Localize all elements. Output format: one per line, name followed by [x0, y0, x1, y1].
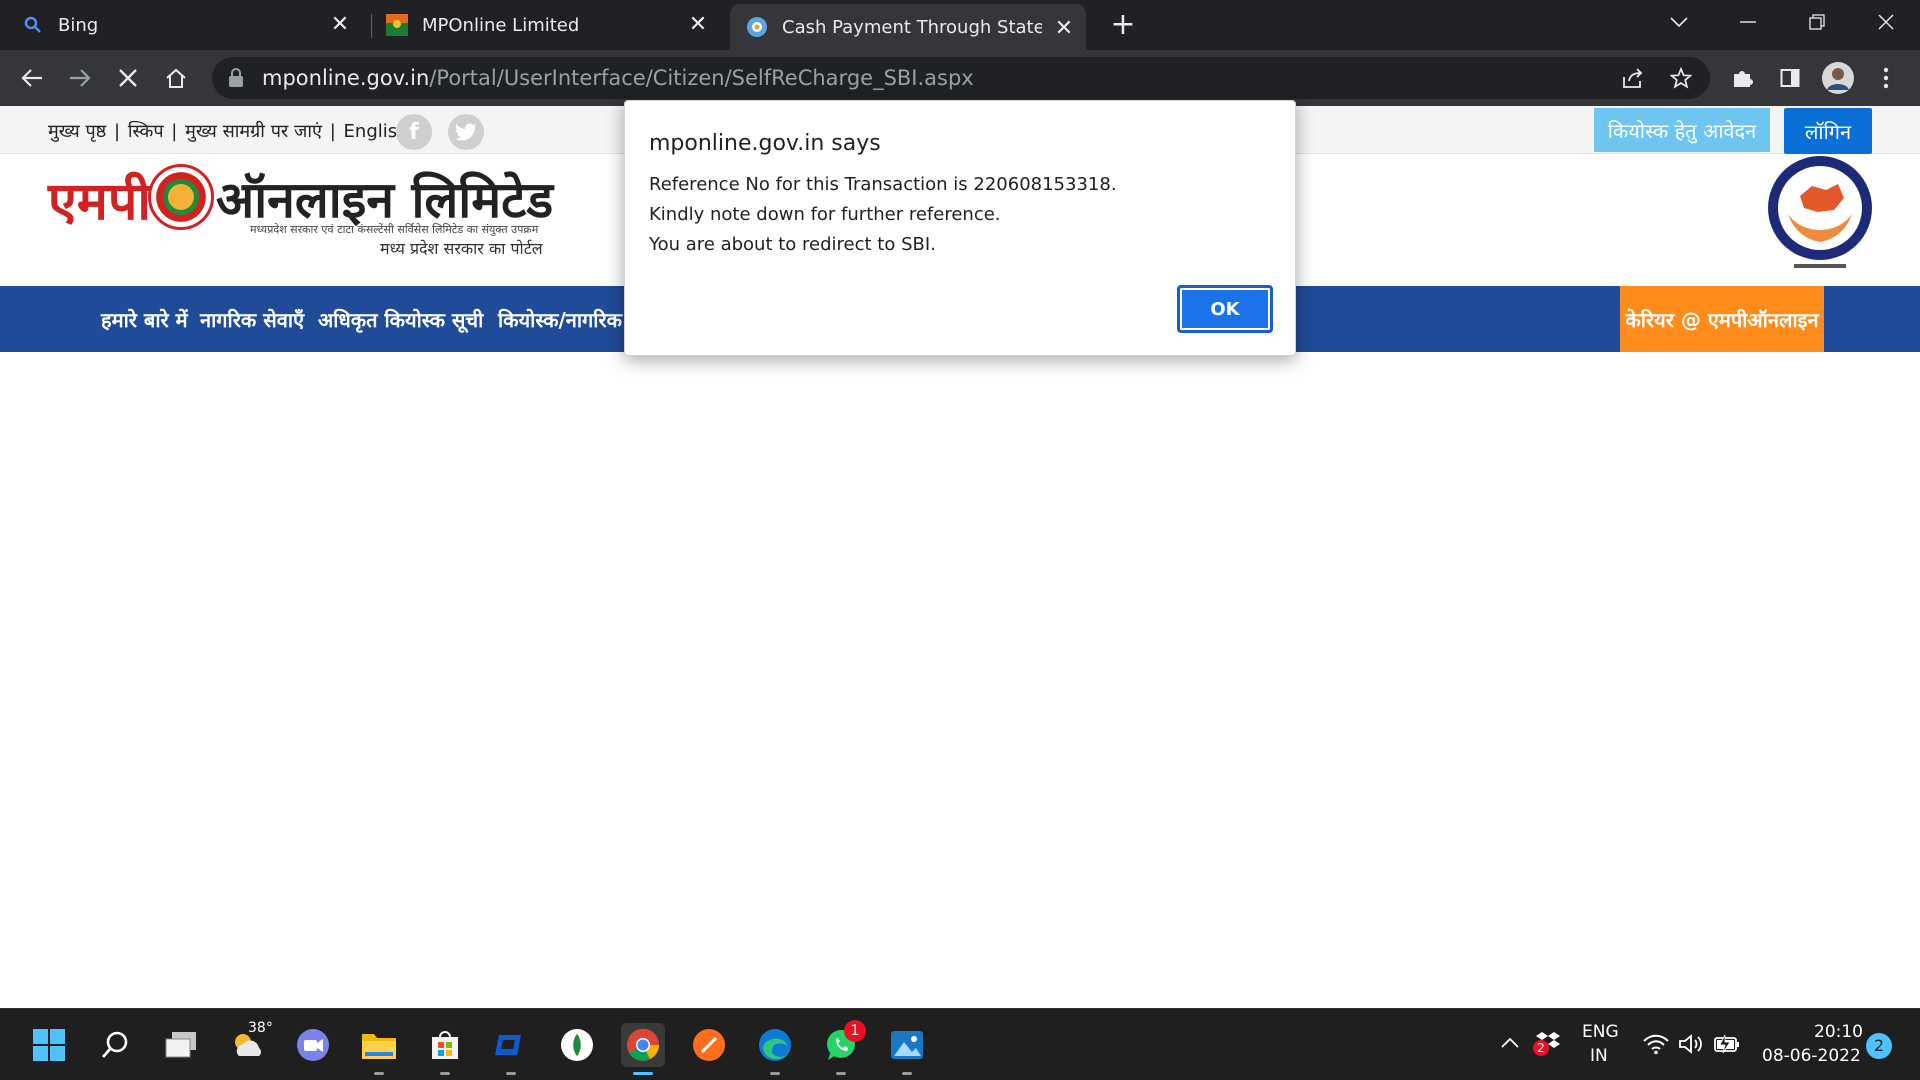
- running-indicator: [506, 1072, 516, 1075]
- browser-titlebar: Bing ✕ MPOnline Limited ✕ Cash Payment T…: [0, 0, 1920, 50]
- minimize-icon[interactable]: [1713, 0, 1782, 44]
- nav-citizen-services[interactable]: नागरिक सेवाएँ: [200, 306, 304, 333]
- bing-search-icon: [22, 14, 44, 36]
- browser-toolbar: mponline.gov.in/Portal/UserInterface/Cit…: [0, 50, 1920, 106]
- pen-app-icon[interactable]: [687, 1023, 731, 1067]
- side-panel-icon[interactable]: [1772, 60, 1808, 96]
- login-button[interactable]: लॉगिन: [1784, 108, 1872, 154]
- tab-label: Cash Payment Through State Bar: [782, 16, 1042, 38]
- restore-icon[interactable]: [1782, 0, 1851, 44]
- weather-temperature: 38°: [248, 1020, 273, 1036]
- tab-sbi-payment[interactable]: Cash Payment Through State Bar ✕: [730, 4, 1086, 50]
- mponline-favicon: [386, 14, 408, 36]
- tab-label: Bing: [58, 14, 99, 36]
- clock-date[interactable]: 08-06-2022: [1762, 1046, 1861, 1066]
- windows-start-icon[interactable]: [27, 1023, 71, 1067]
- tab-mponline[interactable]: MPOnline Limited ✕: [386, 0, 720, 50]
- language-indicator-eng[interactable]: ENG: [1582, 1022, 1619, 1042]
- tab-separator: [371, 14, 372, 38]
- logo-subtitle: मध्य प्रदेश सरकार का पोर्टल: [380, 239, 543, 258]
- search-icon[interactable]: [93, 1023, 137, 1067]
- tab-close-icon[interactable]: ✕: [686, 13, 710, 37]
- nav-authorized-kiosk-list[interactable]: अधिकृत कियोस्क सूची: [318, 306, 483, 333]
- link-home[interactable]: मुख्य पृष्ठ: [48, 121, 106, 142]
- tab-close-icon[interactable]: ✕: [1052, 17, 1076, 41]
- home-icon[interactable]: [158, 60, 194, 96]
- dialog-title: mponline.gov.in says: [649, 131, 881, 156]
- nav-kiosk-citizen[interactable]: कियोस्क/नागरिक: [498, 306, 622, 333]
- dropbox-badge: 2: [1533, 1040, 1549, 1056]
- close-window-icon[interactable]: [1851, 0, 1920, 44]
- chrome-icon[interactable]: [621, 1023, 665, 1075]
- teams-chat-icon[interactable]: [291, 1023, 335, 1067]
- link-separator: |: [329, 121, 336, 142]
- tab-bing[interactable]: Bing ✕: [22, 0, 362, 50]
- profile-avatar[interactable]: [1820, 60, 1856, 96]
- show-hidden-icons-chevron-icon[interactable]: [1500, 1034, 1520, 1053]
- link-skip[interactable]: स्किप: [128, 121, 164, 142]
- address-bar[interactable]: mponline.gov.in/Portal/UserInterface/Cit…: [212, 57, 1710, 99]
- volume-icon[interactable]: [1678, 1033, 1704, 1059]
- running-indicator: [770, 1072, 780, 1075]
- facebook-icon[interactable]: f: [396, 114, 432, 150]
- paytm-app-icon[interactable]: [489, 1023, 533, 1075]
- running-indicator: [440, 1072, 450, 1075]
- kiosk-application-button[interactable]: कियोस्क हेतु आवेदन: [1594, 108, 1770, 152]
- tab-search-chevron-icon[interactable]: [1644, 0, 1713, 44]
- share-icon[interactable]: [1620, 65, 1646, 91]
- logo-tagline: मध्यप्रदेश सरकार एवं टाटा कंसल्टेंसी सर्…: [250, 223, 539, 236]
- back-arrow-icon[interactable]: [14, 60, 50, 96]
- link-separator: |: [114, 121, 121, 142]
- clock-time[interactable]: 20:10: [1814, 1022, 1863, 1042]
- notification-count-badge[interactable]: 2: [1866, 1033, 1892, 1059]
- evernote-like-icon[interactable]: [555, 1023, 599, 1067]
- alert-dialog: mponline.gov.in says Reference No for th…: [624, 100, 1296, 356]
- file-explorer-icon[interactable]: [357, 1023, 401, 1075]
- top-links: मुख्य पृष्ठ | स्किप | मुख्य सामग्री पर ज…: [48, 119, 411, 143]
- mp-emblem-icon: [148, 164, 214, 230]
- nav-about-us[interactable]: हमारे बारे में: [101, 306, 188, 333]
- career-button[interactable]: केरियर @ एमपीऑनलाइन: [1620, 286, 1824, 352]
- whatsapp-unread-badge: 1: [844, 1020, 866, 1042]
- running-indicator: [633, 1072, 653, 1075]
- url-text[interactable]: mponline.gov.in/Portal/UserInterface/Cit…: [262, 66, 974, 90]
- cm-helpline-seal-icon: [1764, 156, 1876, 276]
- task-view-icon[interactable]: [159, 1023, 203, 1067]
- wifi-icon[interactable]: [1643, 1033, 1669, 1059]
- language-indicator-in[interactable]: IN: [1590, 1046, 1608, 1066]
- lock-icon[interactable]: [228, 68, 244, 92]
- link-main-content[interactable]: मुख्य सामग्री पर जाएं: [185, 121, 322, 142]
- running-indicator: [374, 1072, 384, 1075]
- link-separator: |: [171, 121, 178, 142]
- dialog-message-line: You are about to redirect to SBI.: [649, 234, 936, 255]
- more-menu-icon[interactable]: [1868, 60, 1904, 96]
- extensions-puzzle-icon[interactable]: [1724, 60, 1760, 96]
- dialog-message-line: Kindly note down for further reference.: [649, 204, 1001, 225]
- url-path: /Portal/UserInterface/Citizen/SelfReChar…: [429, 66, 974, 90]
- tab-close-icon[interactable]: ✕: [328, 13, 352, 37]
- edge-icon[interactable]: [753, 1023, 797, 1075]
- twitter-icon[interactable]: [448, 114, 484, 150]
- photos-icon[interactable]: [885, 1023, 929, 1075]
- running-indicator: [836, 1072, 846, 1075]
- bookmark-star-icon[interactable]: [1668, 65, 1694, 91]
- microsoft-store-icon[interactable]: [423, 1023, 467, 1075]
- mponline-logo[interactable]: एमपी ऑनलाइन लिमिटेड मध्यप्रदेश सरकार एवं…: [48, 164, 588, 264]
- windows-taskbar: [0, 1008, 1920, 1080]
- url-host: mponline.gov.in: [262, 66, 430, 90]
- battery-charging-icon[interactable]: [1713, 1033, 1741, 1059]
- new-tab-icon[interactable]: +: [1108, 10, 1138, 40]
- sbi-favicon: [746, 16, 768, 38]
- tab-label: MPOnline Limited: [422, 14, 580, 36]
- ok-button[interactable]: OK: [1177, 285, 1273, 333]
- running-indicator: [902, 1072, 912, 1075]
- forward-arrow-icon[interactable]: [62, 60, 98, 96]
- logo-text-mp: एमपी: [48, 171, 151, 232]
- stop-loading-icon[interactable]: [110, 60, 146, 96]
- dialog-message-line: Reference No for this Transaction is 220…: [649, 174, 1117, 195]
